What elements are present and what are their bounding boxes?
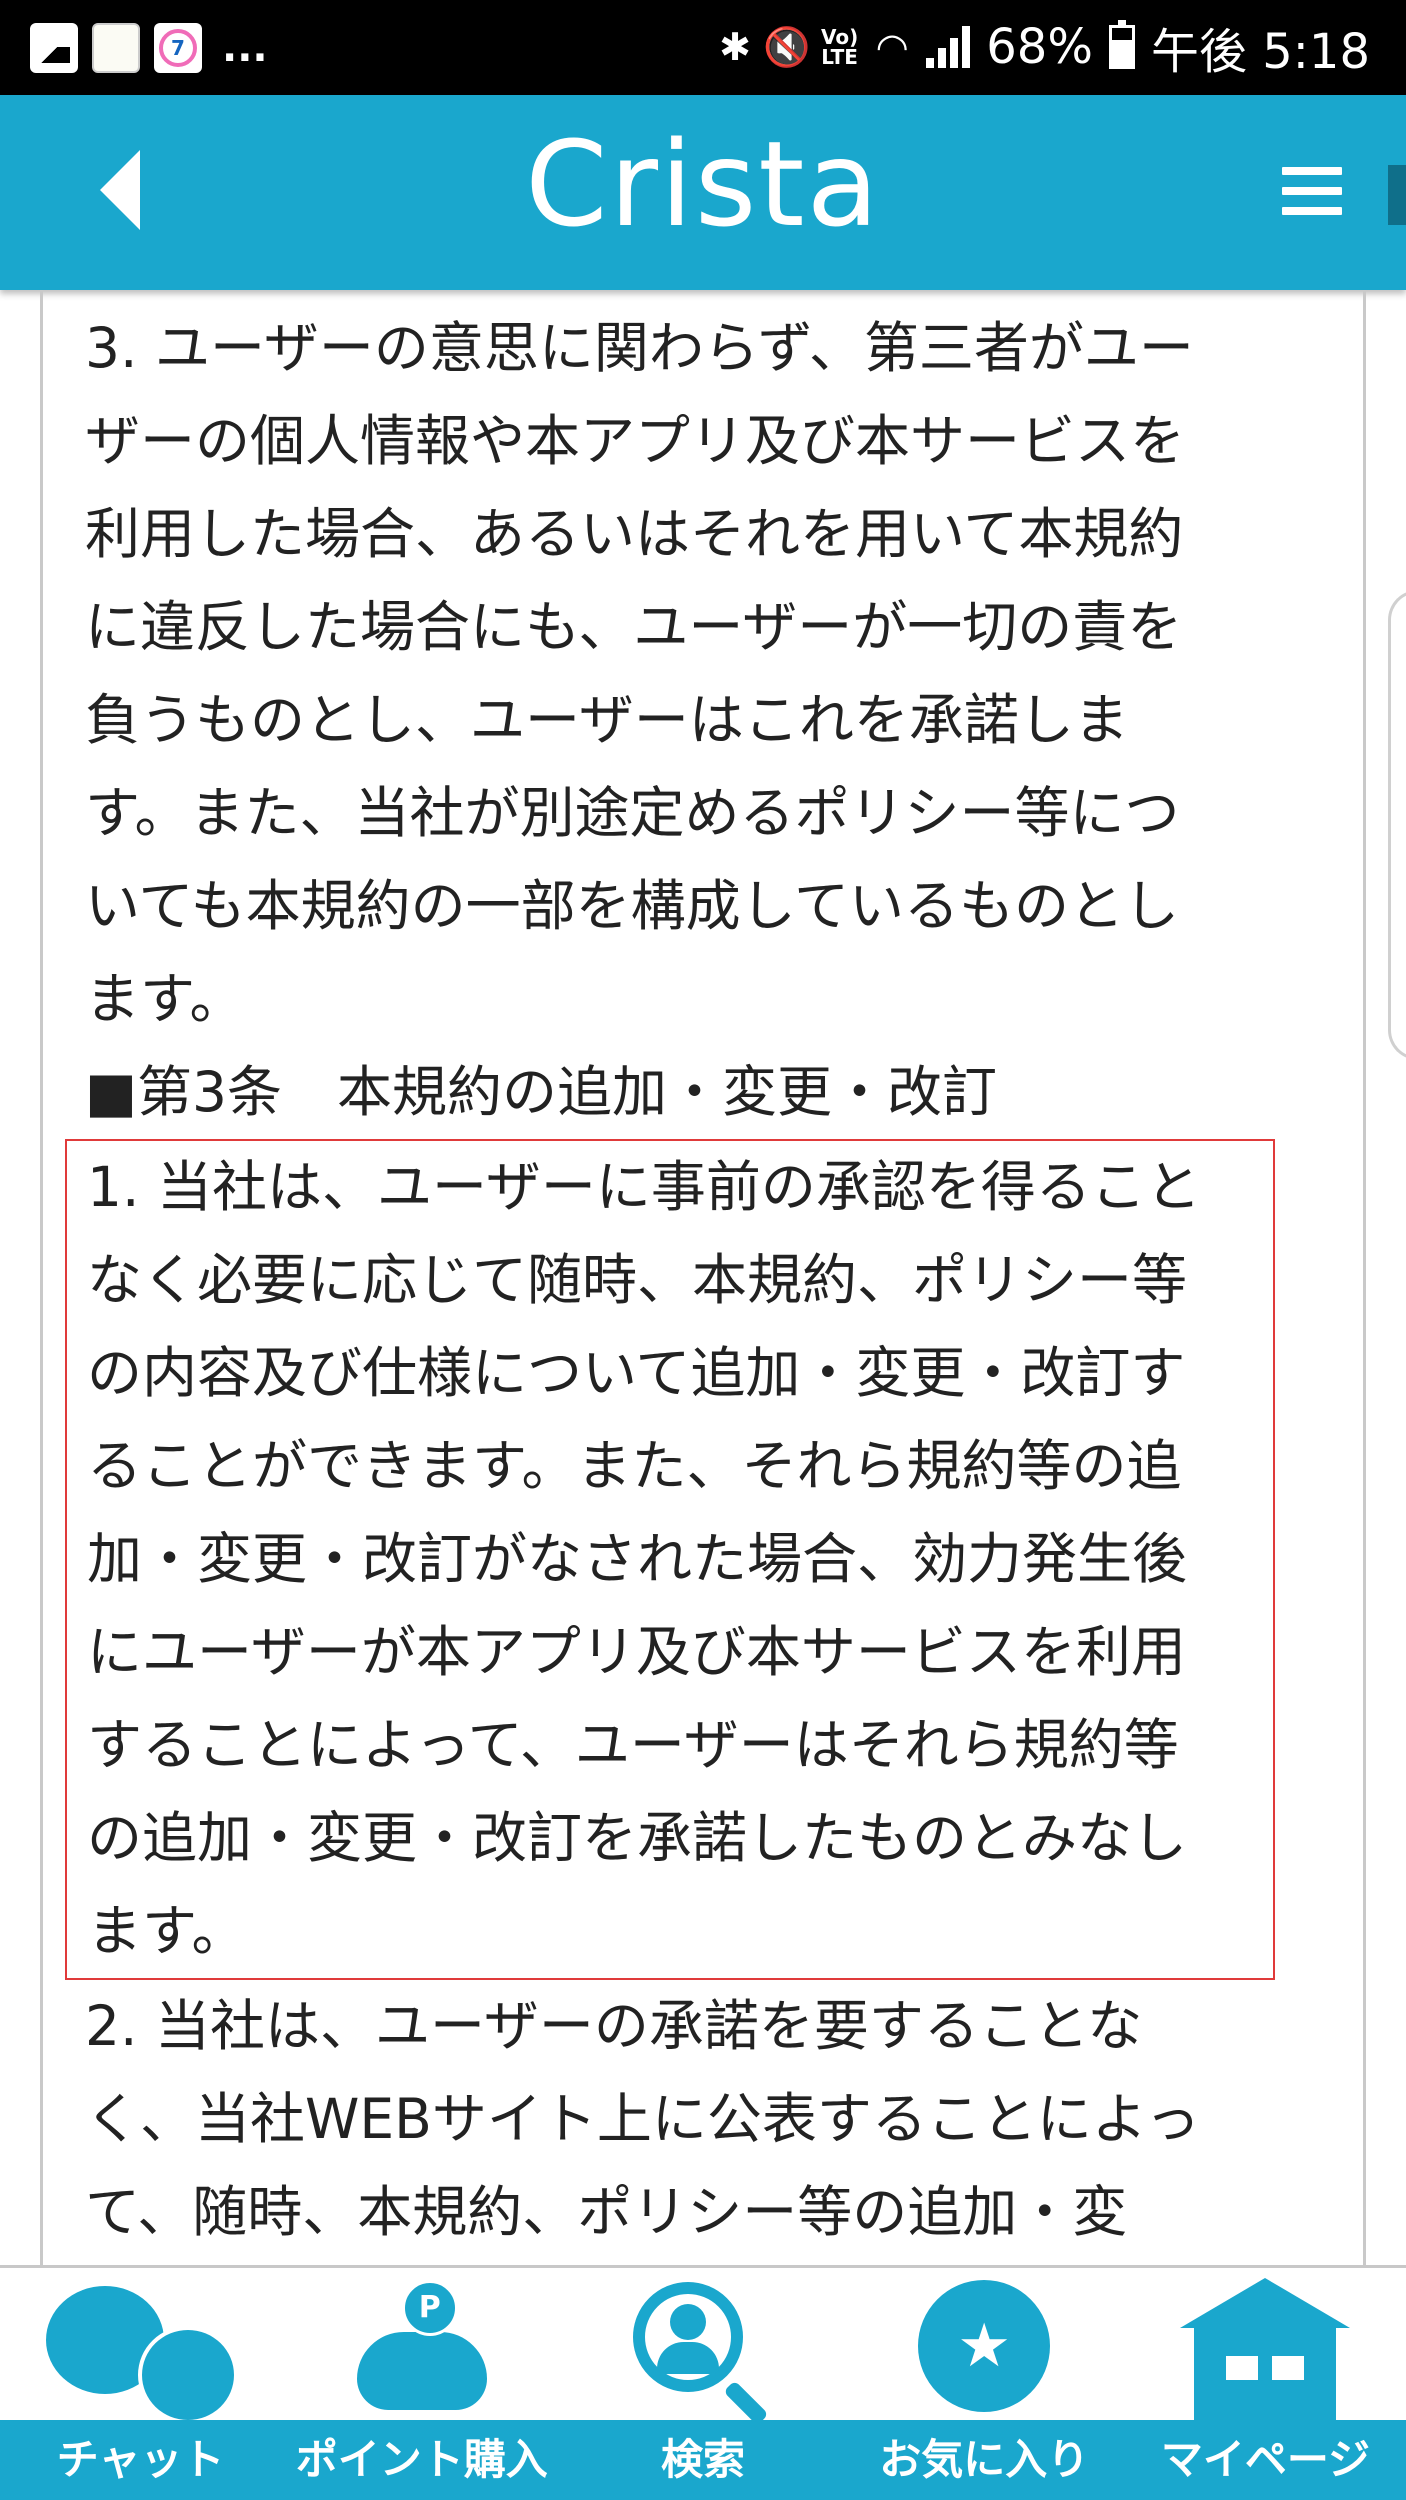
highlighted-paragraph-box: 1. 当社は、ユーザーに事前の承認を得ること なく必要に応じて随時、本規約、ポリ…	[65, 1139, 1275, 1980]
nav-label-favorites[interactable]: お気に入り	[844, 2420, 1125, 2500]
house-icon	[1180, 2278, 1351, 2423]
terms-paragraph-2: 2. 当社は、ユーザーの承諾を要することな く、当社WEBサイト上に公表すること…	[85, 1994, 1201, 2244]
star-icon: ★	[918, 2280, 1051, 2412]
notification-icons: 7 ...	[30, 18, 268, 78]
scroll-handle[interactable]	[1388, 590, 1406, 1060]
more-notifications-indicator: ...	[222, 25, 268, 71]
terms-content[interactable]: 3. ユーザーの意思に関わらず、第三者がユー ザーの個人情報や本アプリ及び本サー…	[40, 290, 1366, 2265]
hamburger-menu-icon[interactable]	[1282, 167, 1342, 227]
nav-label-bar: チャット ポイント購入 検索 お気に入り マイページ	[0, 2420, 1406, 2500]
nav-search[interactable]	[562, 2268, 843, 2426]
nav-label-chat[interactable]: チャット	[0, 2420, 281, 2500]
chat-icon	[45, 2286, 238, 2426]
clock: 午後 5:18	[1150, 24, 1370, 80]
battery-charging-icon	[1108, 20, 1135, 69]
volte-icon: Vo) LTE	[820, 25, 859, 69]
bottom-navigation: P ★ チャット ポイント購入 検索 お気に入り マイページ	[0, 2265, 1406, 2500]
mute-icon: 🔇	[763, 24, 811, 69]
signal-icon	[926, 26, 971, 68]
app-title: Crista	[525, 115, 881, 253]
battery-percent: 68%	[986, 19, 1093, 75]
nav-label-point-purchase[interactable]: ポイント購入	[281, 2420, 562, 2500]
status-bar: 7 ... ✱ 🔇 Vo) LTE ◠ 68% 午後 5:18	[0, 0, 1406, 95]
nav-mypage[interactable]	[1125, 2268, 1406, 2423]
nav-label-search[interactable]: 検索	[562, 2420, 843, 2500]
nav-label-mypage[interactable]: マイページ	[1125, 2420, 1406, 2500]
terms-paragraph-1: 1. 当社は、ユーザーに事前の承認を得ること なく必要に応じて随時、本規約、ポリ…	[87, 1155, 1201, 1963]
bluetooth-icon: ✱	[719, 25, 751, 69]
wifi-icon: ◠	[875, 25, 909, 69]
nav-favorites[interactable]: ★	[844, 2268, 1125, 2423]
nav-point-purchase[interactable]: P	[281, 2268, 562, 2423]
piggy-bank-icon: P	[356, 2280, 487, 2420]
terms-document: 3. ユーザーの意思に関わらず、第三者がユー ザーの個人情報や本アプリ及び本サー…	[65, 302, 1325, 2259]
system-status-icons: ✱ 🔇 Vo) LTE ◠ 68% 午後 5:18	[717, 14, 1370, 80]
nav-chat[interactable]	[0, 2268, 281, 2426]
article-3-heading: ■第3条 本規約の追加・変更・改訂	[85, 1060, 997, 1124]
app-header: Crista	[0, 95, 1406, 290]
terms-paragraph-3: 3. ユーザーの意思に関わらず、第三者がユー ザーの個人情報や本アプリ及び本サー…	[85, 316, 1194, 1031]
app-notification-icon	[92, 23, 140, 73]
gallery-notification-icon	[30, 23, 78, 73]
seven-app-notification-icon: 7	[154, 23, 202, 73]
search-user-icon	[633, 2282, 773, 2426]
header-edge-tab	[1388, 165, 1406, 225]
